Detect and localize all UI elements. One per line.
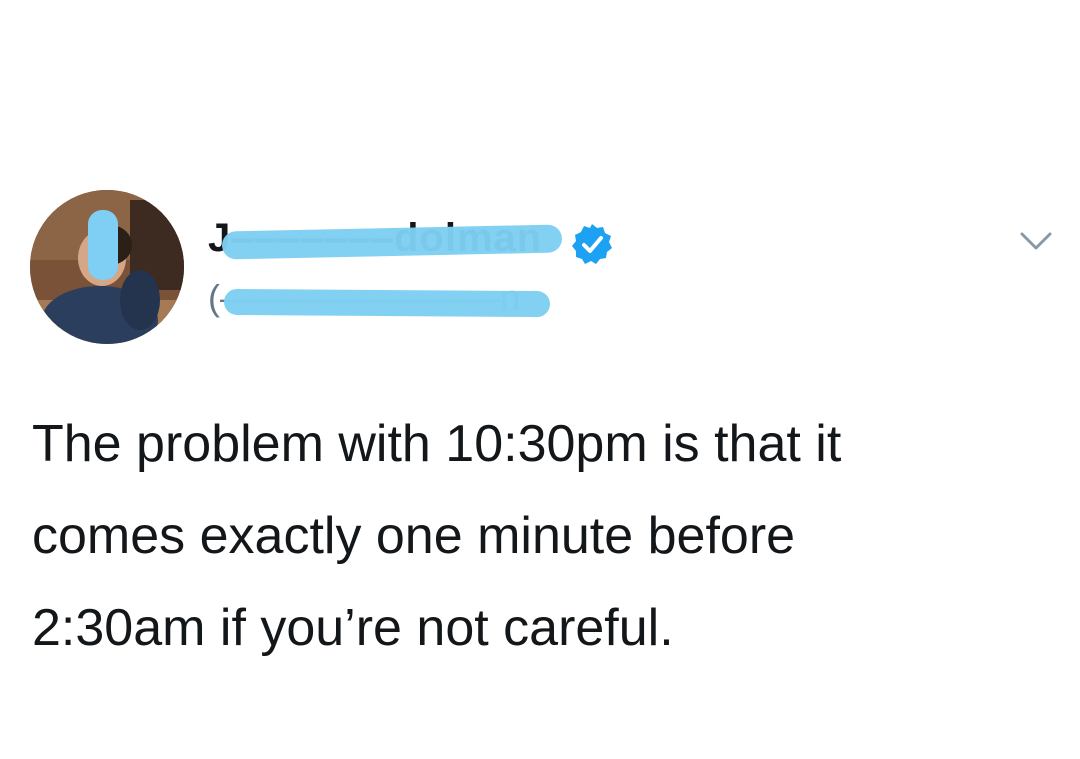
tweet-text-line: comes exactly one minute before <box>32 507 796 565</box>
tweet-body: The problem with 10:30pm is that it come… <box>32 398 1032 674</box>
tweet-card: J‒‒‒‒‒‒‒dolman (‒‒‒‒‒‒‒‒‒‒‒‒‒‒n The prob… <box>0 0 1080 759</box>
tweet-text-line: 2:30am if you’re not careful. <box>32 599 674 657</box>
tweet-text-line: The problem with 10:30pm is that it <box>32 415 842 473</box>
avatar-photo <box>30 190 184 344</box>
verified-badge-icon <box>572 224 612 264</box>
author-avatar[interactable] <box>30 190 184 344</box>
chevron-down-icon[interactable] <box>1018 226 1054 254</box>
handle-redaction-mark <box>223 288 551 318</box>
